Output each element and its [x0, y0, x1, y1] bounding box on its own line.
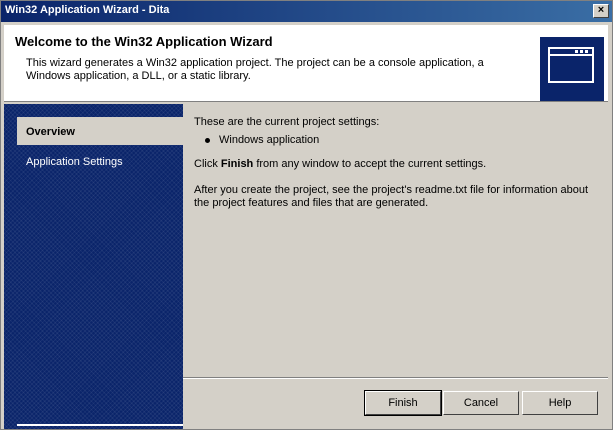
settings-list: Windows application — [194, 134, 604, 147]
button-separator — [183, 377, 608, 379]
wizard-window: Win32 Application Wizard - Dita × Welcom… — [0, 0, 613, 430]
settings-intro: These are the current project settings: — [194, 116, 380, 128]
sidebar-item-overview[interactable]: Overview — [17, 117, 183, 145]
finish-keyword: Finish — [220, 158, 254, 170]
application-window-icon — [540, 37, 604, 101]
overview-panel: These are the current project settings: … — [194, 116, 604, 210]
readme-note: After you create the project, see the pr… — [194, 184, 589, 209]
sidebar-item-application-settings[interactable]: Application Settings — [17, 147, 183, 175]
wizard-heading: Welcome to the Win32 Application Wizard — [15, 34, 273, 49]
wizard-description: This wizard generates a Win32 applicatio… — [26, 57, 484, 82]
finish-button[interactable]: Finish — [364, 390, 442, 416]
cancel-button[interactable]: Cancel — [443, 391, 519, 415]
header-banner: Welcome to the Win32 Application Wizard … — [4, 25, 608, 102]
window-title: Win32 Application Wizard - Dita — [5, 4, 170, 16]
help-button[interactable]: Help — [522, 391, 598, 415]
wizard-sidebar: Overview Application Settings — [4, 104, 183, 429]
sidebar-divider — [17, 424, 183, 426]
settings-list-item: Windows application — [205, 134, 604, 147]
title-bar[interactable]: Win32 Application Wizard - Dita × — [1, 1, 612, 22]
close-button[interactable]: × — [593, 4, 609, 18]
finish-instruction: Click Finish from any window to accept t… — [194, 158, 487, 170]
